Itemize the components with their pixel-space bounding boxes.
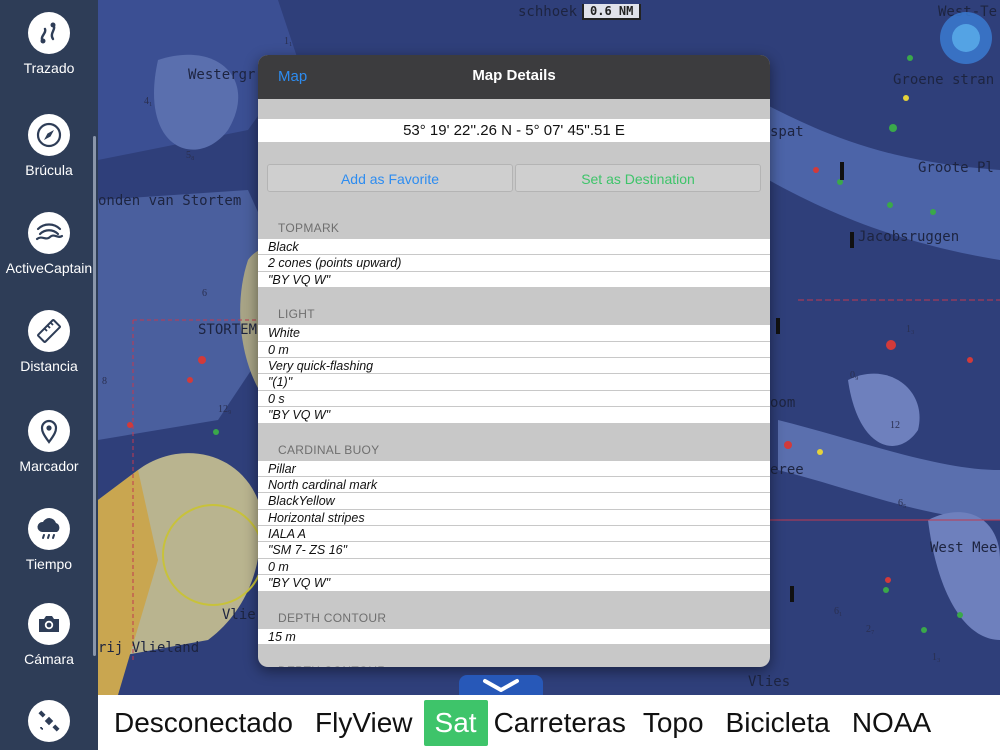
set-destination-button[interactable]: Set as Destination xyxy=(515,164,761,192)
collapse-layers-button[interactable] xyxy=(459,675,543,697)
dialog-body[interactable]: 53° 19' 22''.26 N - 5° 07' 45''.51 E Add… xyxy=(258,99,770,667)
detail-row: White xyxy=(258,325,770,342)
sidebar-scrollbar[interactable] xyxy=(93,136,96,656)
map-label: West Mee xyxy=(930,540,998,556)
map-label: rij Vlieland xyxy=(98,640,200,656)
map-label: oom xyxy=(770,395,796,411)
map-layer-bar: Desconectado FlyView Sat Carreteras Topo… xyxy=(98,695,1000,750)
map-label: spat xyxy=(770,124,804,140)
map-label: Jacobsruggen xyxy=(858,229,960,245)
depth-sounding: 2₇ xyxy=(866,624,875,635)
detail-row: 0 m xyxy=(258,558,770,576)
detail-row: Pillar xyxy=(258,460,770,477)
depth-sounding: 4₁ xyxy=(144,96,153,107)
section-header-light: LIGHT xyxy=(278,307,315,322)
action-button-row: Add as Favorite Set as Destination xyxy=(258,164,770,192)
scale-bar: 0.6 NM xyxy=(582,4,642,20)
sidebar-item-label: ActiveCaptain xyxy=(5,260,93,276)
section-header-topmark: TOPMARK xyxy=(278,221,340,235)
detail-row: BlackYellow xyxy=(258,493,770,510)
layer-carreteras[interactable]: Carreteras xyxy=(488,700,632,746)
layer-bicicleta[interactable]: Bicicleta xyxy=(715,700,841,746)
detail-row: 0 m xyxy=(258,341,770,358)
map-label: onden van Stortem xyxy=(98,193,242,209)
layer-topo[interactable]: Topo xyxy=(632,700,715,746)
depth-sounding: 6₁ xyxy=(834,606,843,617)
dialog-title: Map Details xyxy=(472,67,556,84)
depth-sounding: 12 xyxy=(890,420,900,431)
sidebar-item-label: Tiempo xyxy=(25,556,73,572)
layer-sat[interactable]: Sat xyxy=(423,699,488,746)
sidebar-item-trazado[interactable]: Trazado xyxy=(0,12,98,76)
coordinates-readout: 53° 19' 22''.26 N - 5° 07' 45''.51 E xyxy=(258,119,770,142)
map-details-dialog: Map Map Details 53° 19' 22''.26 N - 5° 0… xyxy=(258,55,770,667)
depth-sounding: 1₃ xyxy=(906,324,915,335)
depth-sounding: 5₈ xyxy=(186,150,195,161)
detail-row: "BY VQ W" xyxy=(258,575,770,592)
map-label: West-Te xyxy=(938,4,998,20)
detail-row: North cardinal mark xyxy=(258,476,770,494)
depth-sounding: 0₉ xyxy=(850,370,859,381)
activecaptain-icon xyxy=(28,212,70,254)
section-header-cardinal-buoy: CARDINAL BUOY xyxy=(278,442,380,457)
map-label: Vlie xyxy=(222,607,256,623)
detail-row: IALA A xyxy=(258,526,770,543)
depth-sounding: 8 xyxy=(102,376,107,387)
sidebar-item-activecaptain[interactable]: ActiveCaptain xyxy=(0,212,98,276)
sidebar-item-tiempo[interactable]: Tiempo xyxy=(0,508,98,572)
depth-sounding: 1₁ xyxy=(284,36,293,47)
sidebar-item-label: Cámara xyxy=(24,651,74,667)
ruler-icon xyxy=(28,310,70,352)
map-label: eree xyxy=(770,462,804,478)
layer-desconectado[interactable]: Desconectado xyxy=(103,700,304,746)
map-label: Vlies xyxy=(748,674,791,690)
detail-row: "BY VQ W" xyxy=(258,407,770,424)
map-label: Groene stran xyxy=(893,72,995,88)
depth-sounding: 1₃ xyxy=(932,652,941,663)
map-label: Groote Pl xyxy=(918,160,994,176)
sidebar-item-label: Brúcula xyxy=(25,162,73,178)
detail-row: Very quick-flashing xyxy=(258,357,770,375)
section-header-depth-contour: DEPTH CONTOUR xyxy=(258,645,770,667)
map-label: Westergr xyxy=(188,67,256,83)
sidebar-item-distancia[interactable]: Distancia xyxy=(0,310,98,374)
layer-flyview[interactable]: FlyView xyxy=(304,700,424,746)
compass-icon xyxy=(28,114,70,156)
detail-row: Horizontal stripes xyxy=(258,509,770,527)
sidebar-item-marcador[interactable]: Marcador xyxy=(0,410,98,474)
chevron-down-icon xyxy=(483,679,519,692)
layer-noaa[interactable]: NOAA xyxy=(841,700,942,746)
sidebar-item-brucula[interactable]: Brúcula xyxy=(0,114,98,178)
map-pin-icon xyxy=(28,410,70,452)
depth-sounding: 6₅ xyxy=(898,498,907,509)
detail-row: "(1)" xyxy=(258,374,770,391)
detail-row: "SM 7- ZS 16" xyxy=(258,542,770,559)
sidebar-item-camara[interactable]: Cámara xyxy=(0,603,98,667)
depth-sounding: 6 xyxy=(202,288,207,299)
section-header-depth-contour: DEPTH CONTOUR xyxy=(278,610,387,625)
sidebar-item-label: Marcador xyxy=(19,458,79,474)
add-favorite-button[interactable]: Add as Favorite xyxy=(267,164,513,192)
tool-sidebar: Trazado Brúcula ActiveCaptain Distancia … xyxy=(0,0,98,750)
sidebar-item-satellite[interactable] xyxy=(0,700,98,742)
detail-row: "BY VQ W" xyxy=(258,271,770,289)
satellite-icon xyxy=(28,700,70,742)
detail-row: Black xyxy=(258,239,770,256)
sidebar-item-label: Distancia xyxy=(20,358,78,374)
camera-icon xyxy=(28,603,70,645)
weather-cloud-icon xyxy=(28,508,70,550)
detail-row: 2 cones (points upward) xyxy=(258,255,770,272)
detail-row: 15 m xyxy=(258,628,770,646)
detail-row: 0 s xyxy=(258,390,770,408)
map-label: STORTEM xyxy=(198,322,258,338)
depth-sounding: 12₉ xyxy=(218,404,232,415)
map-label: schhoek xyxy=(518,4,578,20)
sidebar-item-label: Trazado xyxy=(23,60,75,76)
route-icon xyxy=(28,12,70,54)
dialog-header: Map Map Details xyxy=(258,55,770,99)
